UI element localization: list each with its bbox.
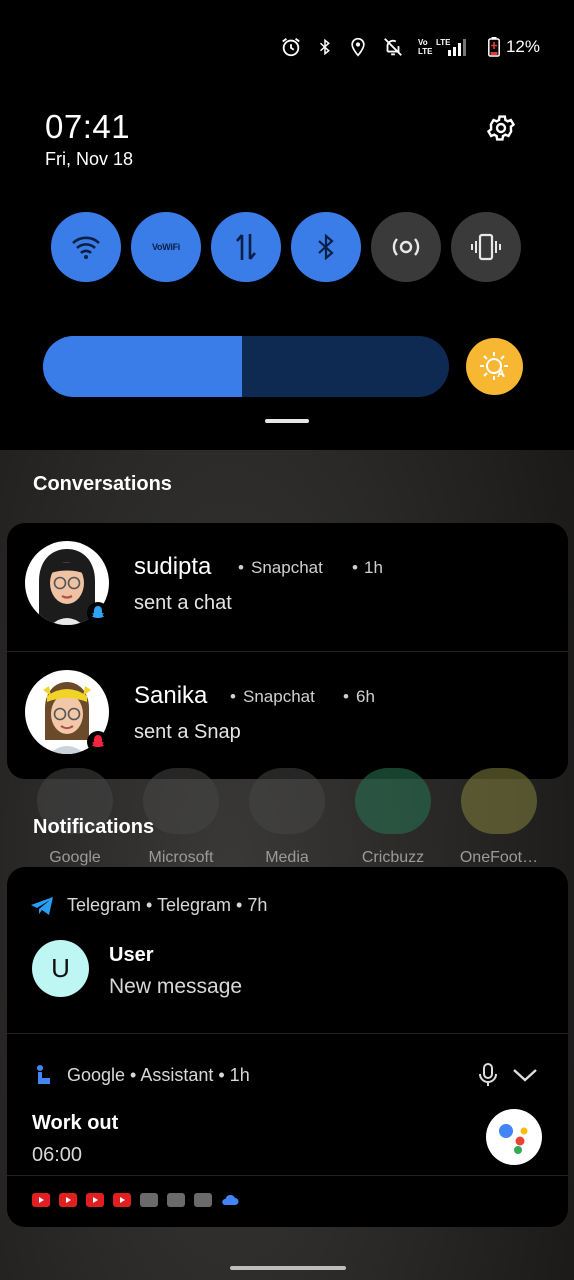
brightness-slider-fill xyxy=(43,336,242,397)
cloud-icon xyxy=(222,1194,239,1205)
youtube-icon xyxy=(32,1193,50,1207)
gear-icon[interactable] xyxy=(485,112,517,144)
tile-hotspot[interactable] xyxy=(371,212,441,282)
meta-separator: • xyxy=(230,687,236,706)
message-preview: sent a chat xyxy=(134,592,232,614)
app-icon xyxy=(140,1193,158,1207)
svg-text:LTE: LTE xyxy=(436,38,451,47)
conversation-item[interactable]: sudipta • Snapchat • 1h sent a chat xyxy=(7,523,568,651)
gesture-navigation-bar[interactable] xyxy=(230,1266,346,1270)
tile-wifi[interactable] xyxy=(51,212,121,282)
snapchat-badge xyxy=(87,731,109,753)
svg-text:A: A xyxy=(497,368,505,380)
message-preview: sent a Snap xyxy=(134,721,241,743)
notification-title: Work out xyxy=(32,1112,119,1134)
google-assistant-icon xyxy=(499,1124,528,1154)
notification-source: Google • Assistant • 1h xyxy=(67,1064,250,1085)
folder-label: OneFoot… xyxy=(459,849,539,866)
divider xyxy=(7,1033,568,1034)
hotspot-icon xyxy=(392,238,420,256)
network-icon: VoLTELTE xyxy=(418,38,466,56)
notification-header: Telegram • Telegram • 7h xyxy=(30,895,267,916)
conversations-card: sudipta • Snapchat • 1h sent a chat Sani… xyxy=(7,523,568,779)
meta-separator: • xyxy=(343,687,349,706)
mic-icon[interactable] xyxy=(478,1063,498,1087)
vowifi-label: VoWiFi xyxy=(152,242,180,252)
notification-text: New message xyxy=(109,975,243,998)
quick-settings-panel: 07:41 Fri, Nov 18 VoWiFi A xyxy=(7,92,568,438)
notifications-card: Telegram • Telegram • 7h U User New mess… xyxy=(7,867,568,1227)
clock[interactable]: 07:41 xyxy=(45,108,130,146)
alarm-icon xyxy=(282,38,300,57)
snapchat-icon xyxy=(92,735,104,747)
google-assistant-button[interactable] xyxy=(486,1109,542,1165)
folder-label: Microsoft xyxy=(148,849,214,866)
youtube-icon xyxy=(59,1193,77,1207)
contact-name: sudipta xyxy=(134,553,212,580)
folder-label: Cricbuzz xyxy=(361,849,425,866)
telegram-icon xyxy=(31,896,53,915)
more-notifications-icons[interactable] xyxy=(32,1193,239,1207)
youtube-icon xyxy=(86,1193,104,1207)
bluetooth-icon xyxy=(319,38,330,56)
brightness-slider[interactable] xyxy=(43,336,449,397)
divider xyxy=(7,1175,568,1176)
auto-brightness-button[interactable]: A xyxy=(466,338,523,395)
notification-header: Google • Assistant • 1h xyxy=(32,1064,250,1086)
panel-drag-handle[interactable] xyxy=(265,419,309,423)
conversation-item[interactable]: Sanika • Snapchat • 6h sent a Snap xyxy=(7,651,568,779)
timestamp: 1h xyxy=(364,558,383,577)
tile-vibrate[interactable] xyxy=(451,212,521,282)
wifi-icon xyxy=(72,236,100,259)
notification-title: User xyxy=(109,944,154,966)
conversations-title: Conversations xyxy=(33,473,172,495)
app-name: Snapchat xyxy=(251,558,323,577)
notification-text: 06:00 xyxy=(32,1144,83,1166)
tile-bluetooth[interactable] xyxy=(291,212,361,282)
dnd-off-icon xyxy=(384,38,402,56)
assistant-routine-icon xyxy=(37,1065,50,1084)
folder-label: Media xyxy=(265,849,309,866)
notifications-title: Notifications xyxy=(33,816,155,838)
folder-microsoft xyxy=(143,768,219,834)
status-bar: Vo LTE LTE 12% xyxy=(280,30,540,64)
folder-media xyxy=(249,768,325,834)
location-icon xyxy=(351,37,365,57)
battery-percent: 12% xyxy=(505,37,540,56)
battery-icon xyxy=(488,37,500,57)
snapchat-icon xyxy=(92,606,104,618)
svg-text:LTE: LTE xyxy=(418,47,433,56)
bluetooth-icon xyxy=(318,233,334,261)
svg-text:Vo: Vo xyxy=(418,38,428,47)
date[interactable]: Fri, Nov 18 xyxy=(45,149,133,170)
vibrate-icon xyxy=(471,233,501,261)
onefootball-icon xyxy=(461,768,537,834)
app-name: Snapchat xyxy=(243,687,315,706)
contact-name: Sanika xyxy=(134,682,208,709)
auto-brightness-icon: A xyxy=(479,351,508,380)
avatar: U xyxy=(32,940,89,997)
meta-separator: • xyxy=(352,558,358,577)
tile-vowifi[interactable]: VoWiFi xyxy=(131,212,201,282)
snapchat-badge xyxy=(87,602,109,624)
app-icon xyxy=(167,1193,185,1207)
folder-label: Google xyxy=(49,849,101,866)
youtube-icon xyxy=(113,1193,131,1207)
mobile-data-icon xyxy=(236,234,256,260)
timestamp: 6h xyxy=(356,687,375,706)
app-icon xyxy=(194,1193,212,1207)
cricbuzz-icon xyxy=(355,768,431,834)
meta-separator: • xyxy=(238,558,244,577)
chevron-down-icon[interactable] xyxy=(512,1067,538,1083)
tile-mobile-data[interactable] xyxy=(211,212,281,282)
notification-source: Telegram • Telegram • 7h xyxy=(67,895,268,915)
